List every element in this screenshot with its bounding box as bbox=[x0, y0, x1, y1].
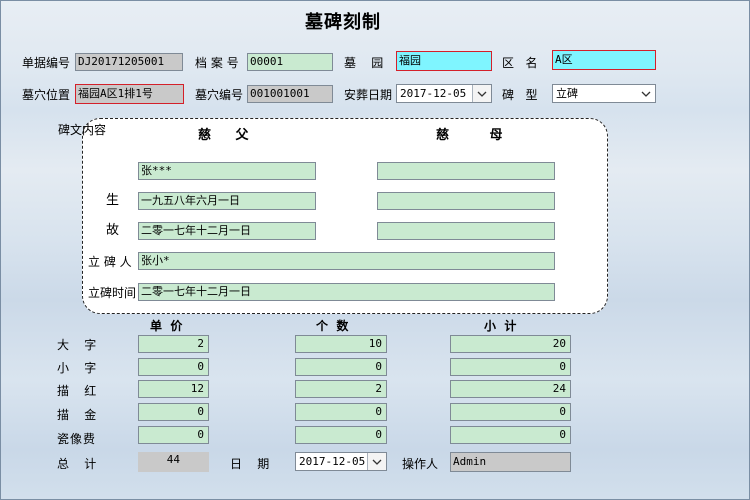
mother-death-field[interactable] bbox=[377, 222, 555, 240]
subtotal-field-red-paint[interactable]: 24 bbox=[450, 380, 571, 398]
price-field-large-char[interactable]: 2 bbox=[138, 335, 209, 353]
erect-time-label: 立碑时间 bbox=[88, 286, 137, 300]
row-label-portrait-fee: 瓷像费 bbox=[57, 432, 97, 446]
doc-no-field[interactable]: DJ20171205001 bbox=[75, 53, 183, 71]
count-field-red-paint[interactable]: 2 bbox=[295, 380, 387, 398]
subtotal-field-large-char[interactable]: 20 bbox=[450, 335, 571, 353]
chevron-down-icon[interactable] bbox=[367, 453, 386, 470]
count-field-portrait-fee[interactable]: 0 bbox=[295, 426, 387, 444]
inscription-section-label: 碑文内容 bbox=[58, 123, 107, 137]
date-value: 2017-12-05 bbox=[299, 455, 366, 468]
burial-date-value: 2017-12-05 bbox=[400, 87, 467, 100]
date-picker[interactable]: 2017-12-05 bbox=[295, 452, 387, 471]
price-field-small-char[interactable]: 0 bbox=[138, 358, 209, 376]
row-label-large-char: 大 字 bbox=[57, 338, 97, 352]
tomb-no-label: 墓穴编号 bbox=[195, 88, 244, 102]
erect-time-field[interactable]: 二零一七年十二月一日 bbox=[138, 283, 555, 301]
area-label: 区 名 bbox=[502, 56, 538, 70]
father-death-field[interactable]: 二零一七年十二月一日 bbox=[138, 222, 316, 240]
count-field-small-char[interactable]: 0 bbox=[295, 358, 387, 376]
mother-name-field[interactable] bbox=[377, 162, 555, 180]
father-name-field[interactable]: 张*** bbox=[138, 162, 316, 180]
subtotal-field-portrait-fee[interactable]: 0 bbox=[450, 426, 571, 444]
total-field[interactable]: 44 bbox=[138, 452, 209, 472]
count-col-header: 个 数 bbox=[316, 319, 349, 333]
cemetery-label: 墓 园 bbox=[344, 56, 384, 70]
chevron-down-icon[interactable] bbox=[472, 85, 491, 102]
position-field[interactable]: 福园A区1排1号 bbox=[75, 84, 184, 104]
burial-date-picker[interactable]: 2017-12-05 bbox=[396, 84, 492, 103]
archive-no-label: 档 案 号 bbox=[195, 56, 239, 70]
price-col-header: 单 价 bbox=[150, 319, 183, 333]
birth-label: 生 bbox=[106, 193, 120, 208]
father-birth-field[interactable]: 一九五八年六月一日 bbox=[138, 192, 316, 210]
doc-no-label: 单据编号 bbox=[22, 56, 71, 70]
operator-label: 操作人 bbox=[402, 457, 439, 471]
father-header: 慈 父 bbox=[198, 128, 259, 143]
row-label-small-char: 小 字 bbox=[57, 361, 97, 375]
count-field-gold-paint[interactable]: 0 bbox=[295, 403, 387, 421]
row-label-gold-paint: 描 金 bbox=[57, 408, 97, 422]
area-field[interactable]: A区 bbox=[552, 50, 656, 70]
price-field-red-paint[interactable]: 12 bbox=[138, 380, 209, 398]
burial-date-label: 安葬日期 bbox=[344, 88, 393, 102]
erector-field[interactable]: 张小* bbox=[138, 252, 555, 270]
archive-no-field[interactable]: 00001 bbox=[247, 53, 333, 71]
price-field-gold-paint[interactable]: 0 bbox=[138, 403, 209, 421]
position-label: 墓穴位置 bbox=[22, 88, 71, 102]
price-field-portrait-fee[interactable]: 0 bbox=[138, 426, 209, 444]
erector-label: 立 碑 人 bbox=[88, 255, 132, 269]
tomb-no-field[interactable]: 001001001 bbox=[247, 85, 333, 103]
mother-birth-field[interactable] bbox=[377, 192, 555, 210]
chevron-down-icon[interactable] bbox=[637, 85, 655, 102]
mother-header: 慈 母 bbox=[436, 128, 521, 143]
stone-type-value: 立碑 bbox=[556, 87, 578, 100]
subtotal-field-small-char[interactable]: 0 bbox=[450, 358, 571, 376]
stone-type-label: 碑 型 bbox=[502, 88, 538, 102]
death-label: 故 bbox=[106, 223, 120, 238]
cemetery-field[interactable]: 福园 bbox=[396, 51, 492, 71]
date-label: 日 期 bbox=[230, 457, 270, 471]
count-field-large-char[interactable]: 10 bbox=[295, 335, 387, 353]
page-title: 墓碑刻制 bbox=[305, 12, 381, 33]
subtotal-field-gold-paint[interactable]: 0 bbox=[450, 403, 571, 421]
row-label-red-paint: 描 红 bbox=[57, 384, 97, 398]
stone-type-select[interactable]: 立碑 bbox=[552, 84, 656, 103]
total-label: 总 计 bbox=[57, 457, 97, 471]
operator-field[interactable]: Admin bbox=[450, 452, 571, 472]
subtotal-col-header: 小 计 bbox=[484, 319, 517, 333]
